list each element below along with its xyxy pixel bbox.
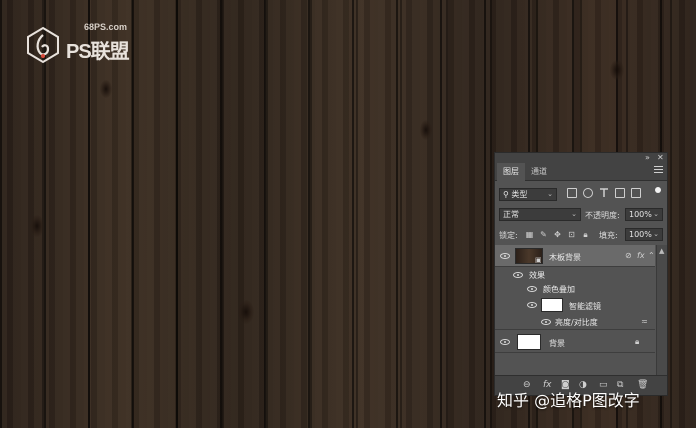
- plank-seam: [176, 0, 178, 428]
- collapse-panel-button[interactable]: »: [645, 153, 650, 163]
- chevron-down-icon: ⌄: [653, 210, 659, 218]
- filter-smart-object-icon[interactable]: [631, 188, 641, 198]
- layers-panel: » ✕ 图层 通道 ⚲ 类型 ⌄ 正常 ⌄ 不透明度: 100% ⌄ 锁定: ▦…: [494, 152, 668, 396]
- blend-row: 正常 ⌄ 不透明度: 100% ⌄: [495, 207, 667, 223]
- smart-object-badge-icon: ▣: [535, 256, 542, 264]
- tab-layers[interactable]: 图层: [497, 163, 525, 181]
- visibility-eye-icon[interactable]: [513, 272, 523, 278]
- panel-title-bar[interactable]: » ✕: [495, 153, 667, 163]
- logo-site-text: 68PS.com: [84, 22, 128, 32]
- fill-input[interactable]: 100% ⌄: [625, 228, 663, 241]
- smart-filters-label: 智能滤镜: [569, 302, 601, 311]
- plank-seam: [356, 0, 358, 428]
- search-icon: ⚲: [503, 190, 509, 199]
- fill-value: 100%: [629, 230, 652, 239]
- layer-name: 背景: [549, 339, 565, 348]
- opacity-label: 不透明度:: [585, 211, 620, 220]
- layer-row-background[interactable]: 背景 🔒︎: [495, 331, 655, 353]
- layer-thumbnail: [517, 334, 541, 350]
- layers-scrollbar[interactable]: ▲: [656, 245, 667, 375]
- visibility-eye-icon[interactable]: [500, 253, 510, 259]
- chevron-down-icon: ⌄: [571, 210, 577, 218]
- smart-filters-row[interactable]: 智能滤镜: [495, 296, 655, 314]
- lock-row: 锁定: ▦ ✎ ✥ ⊡ 🔒︎ 填充: 100% ⌄: [495, 227, 667, 243]
- effects-row[interactable]: 效果: [495, 268, 655, 282]
- fill-label: 填充:: [599, 231, 618, 240]
- ps-union-logo: 68PS.com PS联盟: [20, 18, 150, 68]
- chevron-down-icon: ⌄: [653, 230, 659, 238]
- color-overlay-row[interactable]: 颜色叠加: [495, 282, 655, 296]
- visibility-eye-icon[interactable]: [527, 286, 537, 292]
- link-icon: ⊘: [625, 251, 632, 260]
- filter-adjustment-icon[interactable]: [583, 188, 593, 198]
- blend-mode-value: 正常: [503, 210, 519, 219]
- chevron-up-icon[interactable]: ⌃: [648, 251, 655, 260]
- layer-name: 木板背景: [549, 253, 581, 262]
- logo-brand-text: PS联盟: [66, 41, 130, 63]
- filter-options-icon[interactable]: ≂: [641, 317, 648, 326]
- close-panel-button[interactable]: ✕: [657, 153, 664, 163]
- brightness-contrast-row[interactable]: 亮度/对比度 ≂: [495, 314, 655, 330]
- smart-filter-mask-thumbnail: [541, 298, 563, 312]
- plank-seam: [400, 0, 402, 428]
- filter-type-icon[interactable]: [599, 188, 609, 198]
- filter-kind-select[interactable]: ⚲ 类型 ⌄: [499, 188, 557, 201]
- plank-seam: [490, 0, 492, 428]
- filter-pixel-icon[interactable]: [567, 188, 577, 198]
- filter-toggle-icon[interactable]: [655, 187, 661, 193]
- plank-seam: [310, 0, 312, 428]
- wood-knot: [100, 80, 112, 98]
- scroll-up-icon[interactable]: ▲: [659, 247, 664, 255]
- chevron-down-icon: ⌄: [547, 190, 553, 198]
- panel-tab-bar: 图层 通道: [495, 163, 667, 181]
- plank-seam: [446, 0, 448, 428]
- plank-seam: [266, 0, 268, 428]
- lock-icon: 🔒︎: [635, 337, 640, 346]
- lock-all-icon[interactable]: 🔒︎: [581, 230, 590, 239]
- visibility-eye-icon[interactable]: [541, 319, 551, 325]
- panel-menu-icon[interactable]: [654, 166, 663, 176]
- layers-list: ▣ 木板背景 ⊘ fx ⌃ 效果 颜色叠加 智能滤镜 亮度/对比度 ≂ 背景 🔒…: [495, 245, 667, 375]
- tab-channels[interactable]: 通道: [525, 163, 553, 181]
- wood-knot: [238, 300, 254, 324]
- wood-knot: [420, 120, 432, 140]
- fx-icon[interactable]: fx: [637, 251, 645, 260]
- opacity-value: 100%: [629, 210, 652, 219]
- wood-knot: [30, 215, 44, 237]
- logo-mark-icon: [27, 26, 59, 64]
- blend-mode-select[interactable]: 正常 ⌄: [499, 208, 581, 221]
- visibility-eye-icon[interactable]: [500, 339, 510, 345]
- lock-label: 锁定:: [499, 231, 518, 240]
- filter-kind-label: 类型: [511, 190, 528, 199]
- plank-seam: [222, 0, 224, 428]
- plank-seam: [670, 0, 672, 428]
- lock-artboard-icon[interactable]: ⊡: [567, 230, 576, 239]
- lock-transparent-icon[interactable]: ▦: [525, 230, 534, 239]
- filter-row: ⚲ 类型 ⌄: [495, 187, 667, 203]
- color-overlay-label: 颜色叠加: [543, 285, 575, 294]
- visibility-eye-icon[interactable]: [527, 302, 537, 308]
- brightness-contrast-label: 亮度/对比度: [555, 318, 598, 327]
- effects-label: 效果: [529, 271, 545, 280]
- opacity-input[interactable]: 100% ⌄: [625, 208, 663, 221]
- zhihu-watermark: 知乎 @追格P图改字: [497, 391, 640, 410]
- lock-position-icon[interactable]: ✥: [553, 230, 562, 239]
- layer-row-wood[interactable]: ▣ 木板背景 ⊘ fx ⌃: [495, 245, 655, 267]
- wood-knot: [610, 60, 624, 80]
- filter-shape-icon[interactable]: [615, 188, 625, 198]
- lock-pixels-icon[interactable]: ✎: [539, 230, 548, 239]
